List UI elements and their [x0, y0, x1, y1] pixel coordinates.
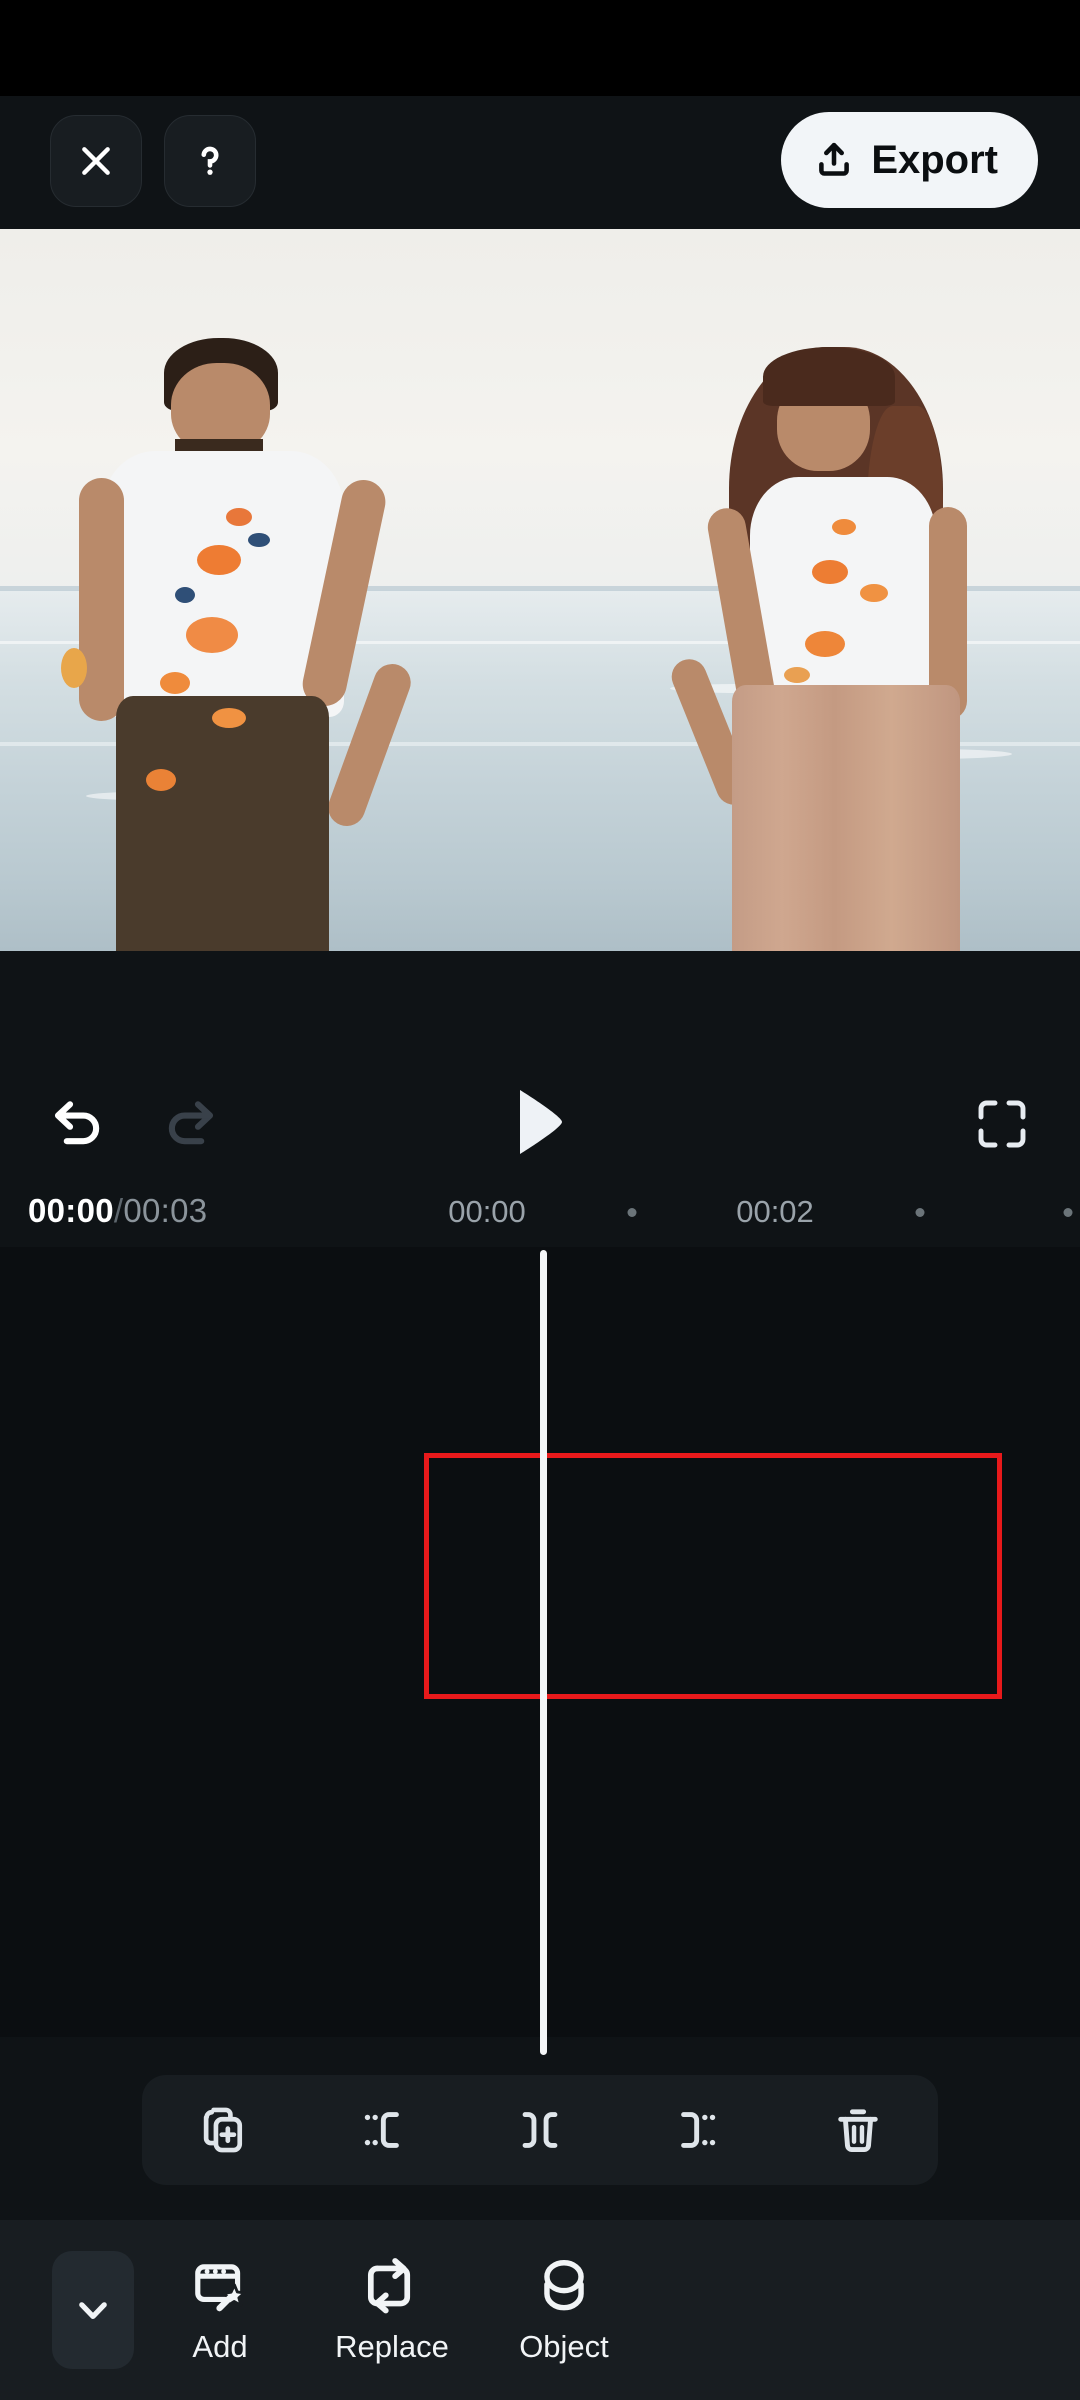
object-stack-icon [544, 2260, 584, 2311]
preview-person-left [61, 338, 432, 951]
undo-button[interactable] [30, 1075, 126, 1171]
annotation-highlight-box [424, 1453, 1002, 1699]
undo-icon [54, 1101, 100, 1145]
close-icon [82, 147, 110, 175]
nav-label: Replace [335, 2329, 449, 2364]
trim-right-icon [681, 2112, 716, 2148]
ruler-tick-dot [1063, 1208, 1073, 1217]
close-button[interactable] [50, 115, 142, 207]
copy-icon [203, 2107, 242, 2153]
split-button[interactable] [492, 2082, 588, 2178]
nav-label: Add [192, 2329, 248, 2364]
app-screen: Export 00:00/00:03 00:00 00:02 Add Repla… [0, 0, 1080, 2400]
ruler-tick-dot [627, 1208, 637, 1217]
current-time: 00:00 [28, 1192, 114, 1229]
nav-item-object[interactable]: Object [478, 2255, 650, 2365]
chevron-down-icon [79, 2302, 107, 2319]
add-effect-icon [195, 2264, 246, 2312]
split-icon [522, 2112, 558, 2148]
collapse-panel-button[interactable] [52, 2251, 134, 2369]
delete-button[interactable] [810, 2082, 906, 2178]
replace-loop-icon [367, 2258, 411, 2314]
video-preview[interactable] [0, 229, 1080, 951]
playhead[interactable] [540, 1250, 547, 2055]
bottom-navigation: Add Replace Object [0, 2220, 1080, 2400]
redo-icon [168, 1101, 214, 1145]
redo-button[interactable] [142, 1075, 238, 1171]
preview-person-right [666, 347, 1026, 951]
fullscreen-button[interactable] [956, 1078, 1048, 1170]
help-button[interactable] [164, 115, 256, 207]
trim-left-button[interactable] [333, 2082, 429, 2178]
total-time: 00:03 [123, 1192, 208, 1229]
fullscreen-icon [978, 1100, 1026, 1148]
ruler-tick-label: 00:00 [448, 1194, 526, 1229]
ruler-tick-dot [915, 1208, 925, 1217]
upload-icon [819, 142, 850, 176]
status-bar [0, 0, 1080, 96]
nav-item-add[interactable]: Add [134, 2255, 306, 2365]
preview-frame [0, 229, 1080, 951]
nav-label: Object [519, 2329, 609, 2364]
trim-left-icon [364, 2112, 399, 2148]
trim-right-button[interactable] [651, 2082, 747, 2178]
export-label: Export [871, 137, 998, 182]
time-readout: 00:00/00:03 [28, 1192, 207, 1230]
question-mark-icon [201, 146, 219, 175]
clip-edit-toolbar [142, 2075, 938, 2185]
time-separator: / [113, 1192, 124, 1229]
trash-icon [838, 2109, 879, 2153]
nav-item-replace[interactable]: Replace [306, 2255, 478, 2365]
play-icon [520, 1090, 562, 1154]
play-button[interactable] [492, 1070, 588, 1174]
export-button[interactable]: Export [781, 112, 1038, 208]
copy-button[interactable] [174, 2082, 270, 2178]
ruler-tick-label: 00:02 [736, 1194, 814, 1229]
